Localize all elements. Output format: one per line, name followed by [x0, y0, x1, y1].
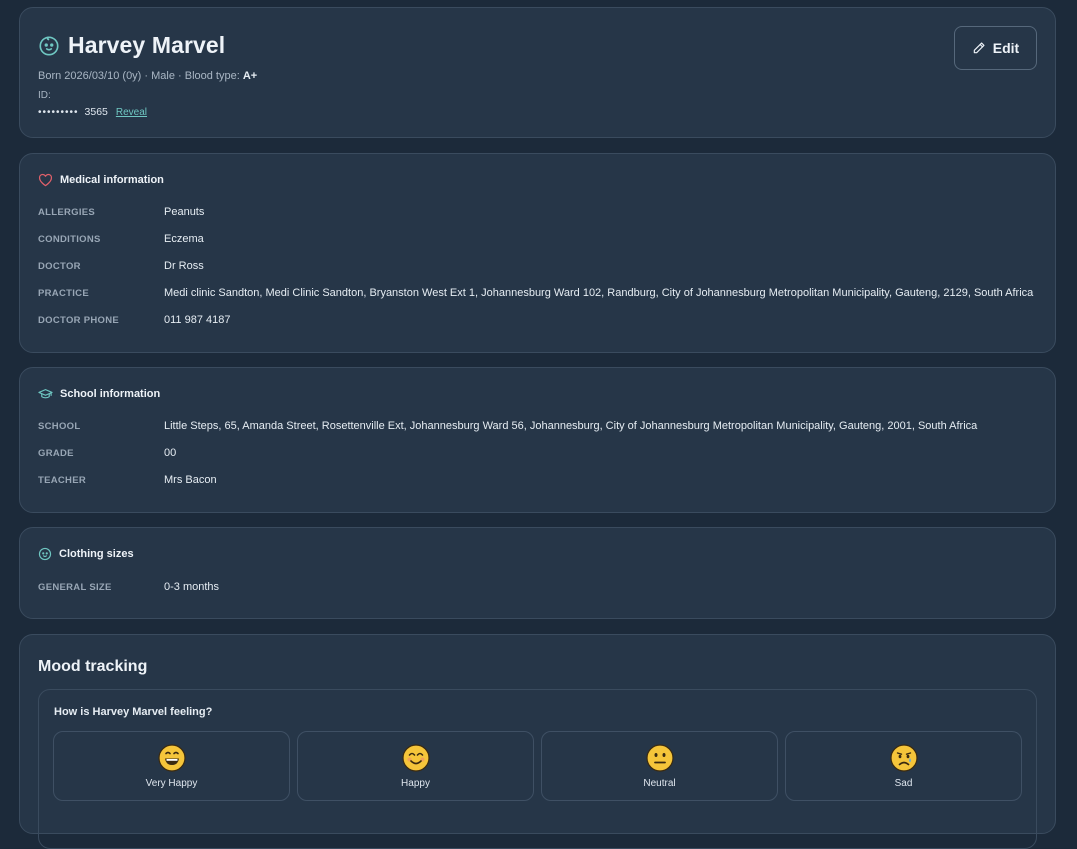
info-value: Peanuts — [164, 206, 205, 218]
blood-type: A+ — [242, 70, 258, 82]
profile-title: Harvey Marvel — [38, 32, 225, 59]
profile-header-card: Harvey Marvel Born 2026/03/10 (0y) · Mal… — [19, 7, 1056, 138]
info-value: Medi clinic Sandton, Medi Clinic Sandton… — [164, 287, 1034, 299]
info-value: 0-3 months — [164, 581, 220, 593]
id-label: ID: — [38, 90, 51, 101]
pencil-icon — [973, 42, 985, 54]
info-row-conditions: CONDITIONS Eczema — [38, 233, 204, 245]
info-label: DOCTOR PHONE — [38, 314, 120, 326]
info-row-doctor-phone: DOCTOR PHONE 011 987 4187 — [38, 314, 230, 326]
sad-emoji-icon — [889, 744, 918, 772]
clothing-section-title: Clothing sizes — [38, 547, 134, 561]
graduation-cap-icon — [38, 389, 53, 399]
medical-info-card: Medical information ALLERGIES Peanuts CO… — [19, 153, 1056, 353]
info-row-doctor: DOCTOR Dr Ross — [38, 260, 204, 272]
id-mask: ••••••••• — [38, 106, 79, 118]
very-happy-emoji-icon — [157, 744, 186, 772]
reveal-id-link[interactable]: Reveal — [116, 107, 147, 118]
neutral-emoji-icon — [645, 744, 674, 772]
info-row-general-size: GENERAL SIZE 0-3 months — [38, 581, 219, 593]
info-label: GRADE — [38, 447, 74, 459]
mood-question: How is Harvey Marvel feeling? — [54, 706, 213, 718]
child-name: Harvey Marvel — [68, 32, 226, 58]
school-section-title: School information — [38, 387, 160, 401]
info-label: TEACHER — [38, 474, 87, 486]
info-label: PRACTICE — [38, 287, 89, 299]
info-value: Eczema — [164, 233, 204, 245]
info-label: DOCTOR — [38, 260, 81, 272]
mood-tracking-card: Mood tracking How is Harvey Marvel feeli… — [19, 634, 1056, 849]
mood-option-label: Happy — [401, 778, 430, 789]
clothing-title-text: Clothing sizes — [59, 548, 134, 560]
info-value: 00 — [164, 447, 177, 459]
info-label: SCHOOL — [38, 420, 81, 432]
mood-option-happy[interactable]: Happy — [297, 731, 534, 801]
birth-meta: Born 2026/03/10 (0y) · Male · Blood type… — [38, 70, 257, 82]
mood-option-label: Sad — [894, 778, 913, 789]
school-title-text: School information — [60, 388, 161, 400]
baby-face-icon — [39, 35, 59, 56]
info-value: 011 987 4187 — [164, 314, 231, 326]
mood-option-label: Neutral — [643, 778, 676, 789]
info-row-school: SCHOOL Little Steps, 65, Amanda Street, … — [38, 420, 977, 432]
info-value: Little Steps, 65, Amanda Street, Rosette… — [164, 420, 978, 432]
info-row-practice: PRACTICE Medi clinic Sandton, Medi Clini… — [38, 287, 1033, 299]
info-label: GENERAL SIZE — [38, 581, 112, 593]
clothing-sizes-card: Clothing sizes GENERAL SIZE 0-3 months — [19, 527, 1056, 619]
mood-option-very-happy[interactable]: Very Happy — [53, 731, 290, 801]
edit-button[interactable]: Edit — [954, 26, 1037, 70]
id-row: ••••••••• 3565 Reveal — [38, 106, 147, 118]
info-row-allergies: ALLERGIES Peanuts — [38, 206, 204, 218]
info-row-teacher: TEACHER Mrs Bacon — [38, 474, 217, 486]
info-value: Dr Ross — [164, 260, 204, 272]
info-label: CONDITIONS — [38, 233, 101, 245]
happy-emoji-icon — [401, 744, 430, 772]
school-info-card: School information SCHOOL Little Steps, … — [19, 367, 1056, 513]
info-value: Mrs Bacon — [164, 474, 217, 486]
birth-info: Born 2026/03/10 (0y) · Male · Blood type… — [38, 70, 240, 82]
mood-title: Mood tracking — [38, 658, 148, 675]
medical-section-title: Medical information — [38, 173, 164, 187]
mood-panel: How is Harvey Marvel feeling? Very Happy… — [38, 689, 1037, 849]
info-row-grade: GRADE 00 — [38, 447, 176, 459]
id-last-digits: 3565 — [84, 106, 108, 118]
baby-face-icon — [38, 547, 52, 561]
heart-icon — [38, 173, 53, 187]
mood-option-neutral[interactable]: Neutral — [541, 731, 778, 801]
medical-title-text: Medical information — [60, 174, 164, 186]
mood-option-label: Very Happy — [145, 778, 198, 789]
edit-button-label: Edit — [992, 40, 1020, 56]
mood-option-sad[interactable]: Sad — [785, 731, 1022, 801]
info-label: ALLERGIES — [38, 206, 96, 218]
